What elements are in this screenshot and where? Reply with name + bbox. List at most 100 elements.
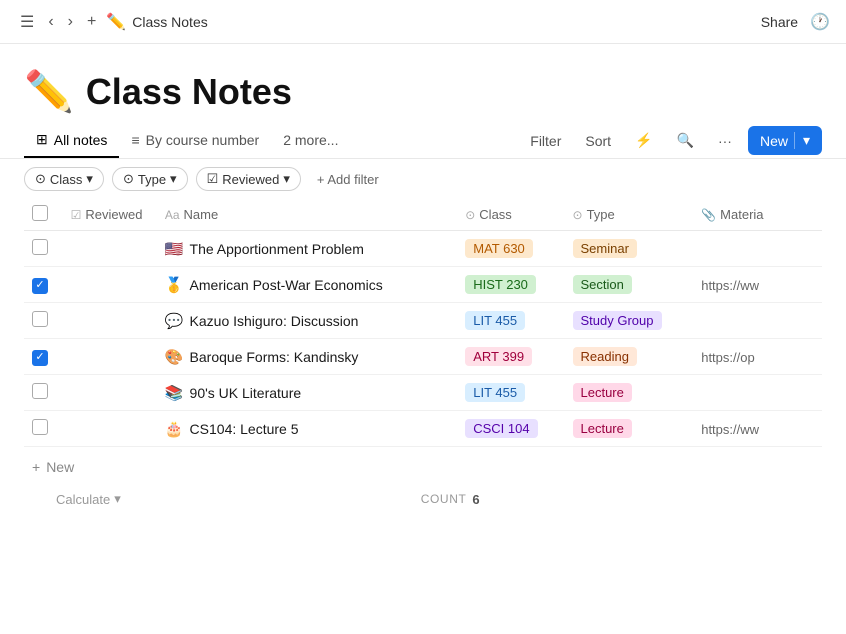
type-filter-label: Type bbox=[138, 172, 166, 187]
type-filter[interactable]: ⊙ Type ▾ bbox=[112, 167, 188, 191]
row-reviewed-cell bbox=[63, 231, 157, 267]
page-title: Class Notes bbox=[86, 71, 292, 113]
row-checkbox[interactable] bbox=[32, 419, 48, 435]
row-class-cell[interactable]: ART 399 bbox=[457, 339, 564, 375]
breadcrumb-title: Class Notes bbox=[132, 14, 207, 30]
top-bar-right: Share 🕐 bbox=[761, 12, 830, 32]
row-type-cell[interactable]: Section bbox=[565, 267, 694, 303]
row-check-cell[interactable] bbox=[24, 339, 63, 375]
row-class-cell[interactable]: LIT 455 bbox=[457, 303, 564, 339]
tab-actions: Filter Sort ⚡ 🔍 ··· New ▾ bbox=[522, 126, 822, 155]
select-all-checkbox[interactable] bbox=[32, 205, 48, 221]
row-check-cell[interactable] bbox=[24, 231, 63, 267]
row-name-text: 90's UK Literature bbox=[190, 385, 302, 401]
new-button-label: New bbox=[760, 133, 788, 149]
tab-more[interactable]: 2 more... bbox=[271, 124, 350, 158]
new-row-button[interactable]: + New bbox=[24, 455, 82, 479]
row-material-cell bbox=[693, 375, 822, 411]
more-options-icon: ··· bbox=[718, 133, 732, 149]
row-type-cell[interactable]: Lecture bbox=[565, 411, 694, 447]
row-type-cell[interactable]: Seminar bbox=[565, 231, 694, 267]
tab-by-course[interactable]: ≡ By course number bbox=[119, 124, 271, 158]
row-name-cell[interactable]: 🇺🇸 The Apportionment Problem bbox=[157, 231, 457, 267]
more-options-button[interactable]: ··· bbox=[710, 129, 740, 153]
add-page-icon[interactable]: + bbox=[83, 11, 100, 33]
row-type-badge: Study Group bbox=[573, 311, 662, 330]
tab-all-notes-label: All notes bbox=[54, 132, 108, 148]
lightning-button[interactable]: ⚡ bbox=[627, 128, 660, 153]
th-checkbox[interactable] bbox=[24, 199, 63, 231]
row-name-cell[interactable]: 💬 Kazuo Ishiguro: Discussion bbox=[157, 303, 457, 339]
new-button[interactable]: New ▾ bbox=[748, 126, 822, 155]
row-material-link[interactable]: https://ww bbox=[701, 278, 759, 293]
row-check-cell[interactable] bbox=[24, 375, 63, 411]
table-footer: + New bbox=[0, 447, 846, 487]
row-class-badge: HIST 230 bbox=[465, 275, 536, 294]
top-bar-left: ☰ ‹ › + ✏️ Class Notes bbox=[16, 10, 753, 34]
row-material-link[interactable]: https://ww bbox=[701, 422, 759, 437]
row-material-link[interactable]: https://op bbox=[701, 350, 754, 365]
row-material-cell bbox=[693, 303, 822, 339]
class-col-icon: ⊙ bbox=[465, 208, 475, 222]
filter-button[interactable]: Filter bbox=[522, 129, 569, 153]
count-label: COUNT bbox=[421, 492, 467, 506]
row-name-text: CS104: Lecture 5 bbox=[190, 421, 299, 437]
row-checkbox[interactable] bbox=[32, 311, 48, 327]
row-class-cell[interactable]: CSCI 104 bbox=[457, 411, 564, 447]
table-row: 💬 Kazuo Ishiguro: Discussion LIT 455 Stu… bbox=[24, 303, 822, 339]
th-name[interactable]: Aa Name bbox=[157, 199, 457, 231]
table-row: 🇺🇸 The Apportionment Problem MAT 630 Sem… bbox=[24, 231, 822, 267]
row-checkbox[interactable] bbox=[32, 278, 48, 294]
row-name-cell[interactable]: 🥇 American Post-War Economics bbox=[157, 267, 457, 303]
row-name-cell[interactable]: 🎨 Baroque Forms: Kandinsky bbox=[157, 339, 457, 375]
row-class-cell[interactable]: LIT 455 bbox=[457, 375, 564, 411]
page-header: ✏️ Class Notes bbox=[0, 44, 846, 123]
reviewed-col-label: Reviewed bbox=[85, 207, 142, 222]
row-material-cell bbox=[693, 231, 822, 267]
row-check-cell[interactable] bbox=[24, 267, 63, 303]
new-button-arrow[interactable]: ▾ bbox=[794, 132, 810, 149]
type-col-label: Type bbox=[587, 207, 615, 222]
search-button[interactable]: 🔍 bbox=[669, 128, 702, 153]
calculate-button[interactable]: Calculate ▾ bbox=[56, 491, 121, 507]
class-filter[interactable]: ⊙ Class ▾ bbox=[24, 167, 104, 191]
row-type-badge: Reading bbox=[573, 347, 637, 366]
row-name-text: Baroque Forms: Kandinsky bbox=[190, 349, 359, 365]
tab-all-notes[interactable]: ⊞ All notes bbox=[24, 123, 119, 158]
row-name-cell[interactable]: 🎂 CS104: Lecture 5 bbox=[157, 411, 457, 447]
back-icon[interactable]: ‹ bbox=[44, 11, 57, 33]
th-material[interactable]: 📎 Materia bbox=[693, 199, 822, 231]
row-checkbox[interactable] bbox=[32, 350, 48, 366]
row-reviewed-cell bbox=[63, 267, 157, 303]
reviewed-filter[interactable]: ☑ Reviewed ▾ bbox=[196, 167, 301, 191]
reviewed-filter-icon: ☑ bbox=[207, 171, 219, 187]
th-type[interactable]: ⊙ Type bbox=[565, 199, 694, 231]
material-col-label: Materia bbox=[720, 207, 763, 222]
row-type-cell[interactable]: Lecture bbox=[565, 375, 694, 411]
name-col-label: Name bbox=[184, 207, 219, 222]
row-check-cell[interactable] bbox=[24, 411, 63, 447]
share-button[interactable]: Share bbox=[761, 14, 798, 30]
row-check-cell[interactable] bbox=[24, 303, 63, 339]
row-material-cell: https://op bbox=[693, 339, 822, 375]
row-class-cell[interactable]: HIST 230 bbox=[457, 267, 564, 303]
add-filter-button[interactable]: + Add filter bbox=[309, 169, 387, 190]
sort-button[interactable]: Sort bbox=[577, 129, 619, 153]
row-checkbox[interactable] bbox=[32, 383, 48, 399]
row-type-cell[interactable]: Reading bbox=[565, 339, 694, 375]
row-class-cell[interactable]: MAT 630 bbox=[457, 231, 564, 267]
class-filter-label: Class bbox=[50, 172, 83, 187]
forward-icon[interactable]: › bbox=[64, 11, 77, 33]
tab-all-notes-icon: ⊞ bbox=[36, 131, 48, 148]
row-name-cell[interactable]: 📚 90's UK Literature bbox=[157, 375, 457, 411]
menu-icon[interactable]: ☰ bbox=[16, 10, 38, 34]
th-class[interactable]: ⊙ Class bbox=[457, 199, 564, 231]
row-class-badge: ART 399 bbox=[465, 347, 532, 366]
tab-by-course-label: By course number bbox=[146, 132, 260, 148]
row-class-badge: LIT 455 bbox=[465, 311, 525, 330]
row-checkbox[interactable] bbox=[32, 239, 48, 255]
row-type-cell[interactable]: Study Group bbox=[565, 303, 694, 339]
th-reviewed[interactable]: ☑ Reviewed bbox=[63, 199, 157, 231]
history-icon[interactable]: 🕐 bbox=[810, 12, 830, 32]
row-emoji: 🎨 bbox=[165, 348, 184, 366]
